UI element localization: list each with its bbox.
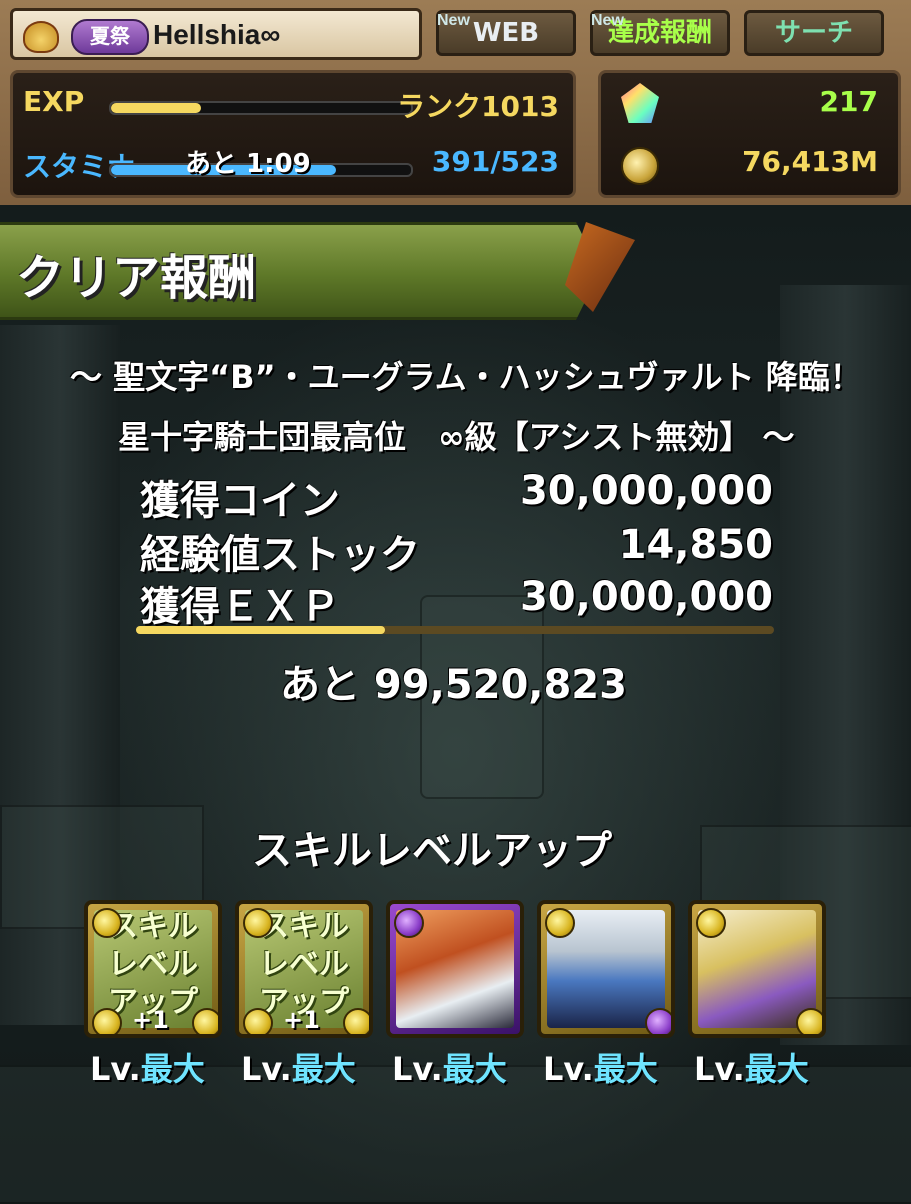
light-attribute-icon: [243, 1008, 273, 1034]
dungeon-name-line2: 星十字騎士団最高位 ∞級【アシスト無効】 ～: [118, 418, 795, 456]
level-max: 最大: [140, 1050, 205, 1088]
light-attribute-icon: [243, 908, 273, 938]
reward-label-coins: 獲得コイン: [140, 478, 340, 524]
level-prefix: Lv.: [90, 1050, 141, 1088]
level-max: 最大: [593, 1050, 658, 1088]
light-attribute-icon: [796, 1008, 822, 1034]
light-attribute-icon: [92, 908, 122, 938]
level-prefix: Lv.: [694, 1050, 745, 1088]
skill-level-up-title: スキルレベルアップ: [252, 828, 612, 874]
skill-up-card[interactable]: スキルレベルアップ +1: [84, 900, 222, 1038]
monster-card[interactable]: [386, 900, 524, 1038]
stamina-value: 391/523: [431, 145, 559, 178]
level-prefix: Lv.: [543, 1050, 594, 1088]
plus-one-badge: +1: [132, 1006, 169, 1034]
dark-attribute-icon: [394, 908, 424, 938]
search-button-label: サーチ: [774, 18, 853, 48]
clear-reward-title: クリア報酬: [16, 250, 257, 306]
player-nameplate[interactable]: 夏祭 Hellshia∞: [10, 8, 422, 60]
monster-card[interactable]: [688, 900, 826, 1038]
exp-bar: [109, 101, 413, 115]
status-panel: EXP ランク1013 スタミナ あと 1:09 391/523: [10, 70, 576, 198]
plus-one-badge: +1: [283, 1006, 320, 1034]
top-header: 夏祭 Hellshia∞ New WEB New 達成報酬 サーチ EXP ラン…: [0, 0, 911, 205]
reward-label-exp: 獲得ＥＸＰ: [140, 584, 340, 630]
stamina-timer: あと 1:09: [185, 149, 311, 179]
new-badge: New: [591, 12, 624, 29]
level-max: 最大: [744, 1050, 809, 1088]
new-badge: New: [437, 12, 470, 29]
rank-value: ランク1013: [397, 90, 559, 123]
light-attribute-icon: [545, 908, 575, 938]
web-button[interactable]: New WEB: [436, 10, 576, 56]
card-level: Lv.最大: [694, 1044, 809, 1090]
currency-panel: 217 76,413M: [598, 70, 901, 198]
light-attribute-icon: [92, 1008, 122, 1034]
reward-label-exp-stock: 経験値ストック: [140, 532, 420, 578]
monster-card[interactable]: [537, 900, 675, 1038]
level-prefix: Lv.: [392, 1050, 443, 1088]
exp-bar-fill: [111, 103, 201, 113]
reward-value-coins: 30,000,000: [519, 468, 773, 514]
light-attribute-icon: [192, 1008, 218, 1034]
player-name: Hellshia∞: [153, 19, 281, 50]
search-button[interactable]: サーチ: [744, 10, 884, 56]
dungeon-name-line1: ～ 聖文字“B”・ユーグラム・ハッシュヴァルト 降臨！: [70, 358, 862, 396]
card-level: Lv.最大: [543, 1044, 658, 1090]
crown-icon: [23, 21, 59, 53]
card-level: Lv.最大: [241, 1044, 356, 1090]
card-level: Lv.最大: [90, 1044, 205, 1090]
dark-attribute-icon: [645, 1008, 671, 1034]
reward-value-exp-stock: 14,850: [618, 522, 773, 568]
festival-badge: 夏祭: [71, 19, 149, 55]
web-button-label: WEB: [472, 18, 540, 48]
magic-stone-icon: [621, 83, 659, 123]
rank-progress-fill: [136, 626, 385, 634]
coin-icon: [621, 147, 659, 185]
remaining-exp: あと 99,520,823: [280, 662, 627, 708]
level-prefix: Lv.: [241, 1050, 292, 1088]
skill-up-card[interactable]: スキルレベルアップ +1: [235, 900, 373, 1038]
rank-progress-bar: [136, 626, 774, 634]
coin-count: 76,413M: [742, 145, 878, 178]
level-max: 最大: [442, 1050, 507, 1088]
level-max: 最大: [291, 1050, 356, 1088]
magic-stone-count: 217: [819, 85, 878, 118]
light-attribute-icon: [343, 1008, 369, 1034]
reward-value-exp: 30,000,000: [519, 574, 773, 620]
card-level: Lv.最大: [392, 1044, 507, 1090]
achievement-reward-button[interactable]: New 達成報酬: [590, 10, 730, 56]
exp-label: EXP: [23, 85, 85, 118]
light-attribute-icon: [696, 908, 726, 938]
